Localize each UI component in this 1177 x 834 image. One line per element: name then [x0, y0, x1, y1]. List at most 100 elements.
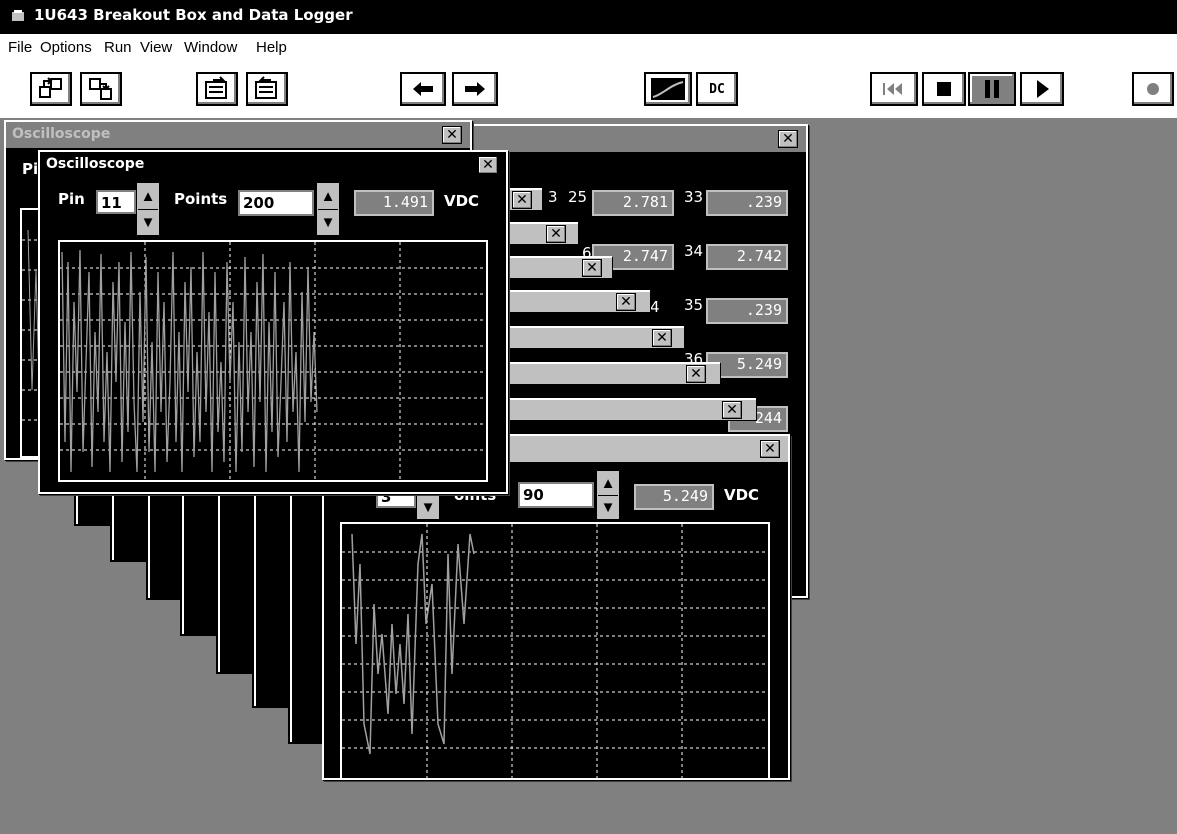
open-config-button[interactable]	[30, 72, 72, 106]
spin-up-icon[interactable]: ▲	[318, 183, 338, 210]
record-button[interactable]	[1132, 72, 1174, 106]
spin-down-icon[interactable]: ▼	[138, 209, 158, 235]
close-icon: ✕	[656, 330, 668, 346]
spin-down-icon[interactable]: ▼	[318, 209, 338, 235]
close-button[interactable]: ✕	[582, 259, 602, 277]
close-icon: ✕	[586, 260, 598, 276]
oscilloscope-back-title-bar[interactable]: Oscilloscope	[6, 122, 470, 148]
save-config-button[interactable]	[80, 72, 122, 106]
oscilloscope-front-title-bar[interactable]: Oscilloscope	[40, 152, 506, 178]
close-icon: ✕	[726, 402, 738, 418]
unit-label: VDC	[444, 192, 480, 210]
menu-options[interactable]: Options	[40, 39, 92, 56]
cascade-window-title-bar[interactable]: ✕	[500, 398, 756, 420]
stop-button[interactable]	[922, 72, 966, 106]
window-title: Oscilloscope	[46, 156, 145, 172]
scope-trace-svg	[60, 242, 486, 480]
pause-icon	[985, 80, 999, 98]
close-icon: ✕	[516, 192, 528, 208]
load-setup-icon	[205, 76, 227, 99]
pin-table-title-bar[interactable]	[472, 126, 806, 152]
toolbar: DC	[0, 62, 1177, 118]
menu-run[interactable]: Run	[104, 39, 132, 56]
pin-value-readout: .239	[706, 298, 788, 324]
pin-number: 33	[684, 188, 704, 206]
oscilloscope-bottom-body: 3 ▲▼ oints 90 ▲▼ 5.249 VDC	[324, 462, 788, 780]
unit-label: VDC	[724, 486, 760, 504]
spin-down-icon[interactable]: ▼	[418, 495, 438, 519]
arrow-right-icon	[465, 82, 485, 96]
pin-spinner[interactable]: ▲▼	[136, 182, 160, 236]
menu-file[interactable]: File	[8, 39, 32, 56]
save-setup-icon	[255, 76, 277, 99]
pin-value-readout: .239	[706, 190, 788, 216]
scope-display	[340, 522, 770, 780]
scope-display	[58, 240, 488, 482]
menu-view[interactable]: View	[140, 39, 172, 56]
cascade-window-title-bar[interactable]: ✕	[500, 326, 684, 348]
voltage-readout: 5.249	[634, 484, 714, 510]
play-icon	[1037, 80, 1049, 98]
menu-help[interactable]: Help	[256, 39, 287, 56]
pin-value-readout: 2.742	[706, 244, 788, 270]
dc-mode-button[interactable]: DC	[696, 72, 738, 106]
app-title-bar[interactable]: 1U643 Breakout Box and Data Logger	[0, 0, 1177, 34]
open-config-icon	[39, 77, 62, 98]
cascade-window-title-bar[interactable]: ✕	[500, 362, 720, 384]
close-button[interactable]: ✕	[512, 191, 532, 209]
pin-number: 3	[548, 188, 558, 206]
spin-up-icon[interactable]: ▲	[138, 183, 158, 210]
spin-down-icon[interactable]: ▼	[598, 495, 618, 519]
close-button[interactable]: ✕	[616, 293, 636, 311]
close-button[interactable]: ✕	[760, 440, 780, 458]
points-spinner[interactable]: ▲ ▼	[596, 470, 620, 520]
pin-number: 35	[684, 296, 704, 314]
scope-trace-svg	[342, 524, 768, 778]
points-input[interactable]: 200	[238, 190, 314, 216]
save-setup-button[interactable]	[246, 72, 288, 106]
close-button[interactable]: ✕	[652, 329, 672, 347]
close-icon: ✕	[550, 226, 562, 242]
close-icon: ✕	[446, 127, 458, 143]
oscilloscope-window-front[interactable]: Oscilloscope ✕ Pin 11 ▲ ▼ Points 200 ▲ ▼ 1…	[38, 150, 508, 494]
previous-button[interactable]	[400, 72, 446, 106]
close-button[interactable]: ✕	[778, 130, 798, 148]
app-title: 1U643 Breakout Box and Data Logger	[34, 6, 353, 24]
close-button[interactable]: ✕	[478, 156, 498, 174]
pause-button[interactable]	[968, 72, 1016, 106]
waveform-icon	[651, 78, 685, 100]
menu-bar: File Options Run View Window Help	[0, 34, 1177, 62]
next-button[interactable]	[452, 72, 498, 106]
cascade-window-title-bar[interactable]: ✕	[500, 222, 578, 244]
dc-mode-icon: DC	[709, 81, 725, 97]
close-icon: ✕	[482, 157, 494, 173]
close-icon: ✕	[690, 366, 702, 382]
cascade-window-title-bar[interactable]: ✕	[500, 256, 612, 278]
pin-number: 25	[568, 188, 588, 206]
points-spinner[interactable]: ▲ ▼	[316, 182, 340, 236]
close-icon: ✕	[764, 441, 776, 457]
pin-number: 34	[684, 242, 704, 260]
save-config-icon	[89, 78, 112, 100]
record-icon	[1147, 83, 1159, 95]
menu-window[interactable]: Window	[184, 39, 237, 56]
oscilloscope-front-body: Pin 11 ▲ ▼ Points 200 ▲ ▼ 1.491 VDC	[40, 178, 506, 492]
load-setup-button[interactable]	[196, 72, 238, 106]
cascade-window-title-bar[interactable]: ✕	[500, 290, 650, 312]
close-button[interactable]: ✕	[442, 126, 462, 144]
points-label: Points	[174, 190, 228, 208]
pin-number: 4	[650, 298, 660, 316]
pin-label: Pi	[22, 160, 39, 178]
close-button[interactable]: ✕	[686, 365, 706, 383]
rewind-button[interactable]	[870, 72, 918, 106]
rewind-icon	[883, 83, 902, 95]
spin-up-icon[interactable]: ▲	[598, 471, 618, 496]
pin-input[interactable]: 11	[96, 190, 136, 214]
points-input[interactable]: 90	[518, 482, 594, 508]
close-button[interactable]: ✕	[546, 225, 566, 243]
play-button[interactable]	[1020, 72, 1064, 106]
close-button[interactable]: ✕	[722, 401, 742, 419]
window-title: Oscilloscope	[12, 126, 111, 142]
waveform-mode-button[interactable]	[644, 72, 692, 106]
arrow-left-icon	[413, 82, 433, 96]
